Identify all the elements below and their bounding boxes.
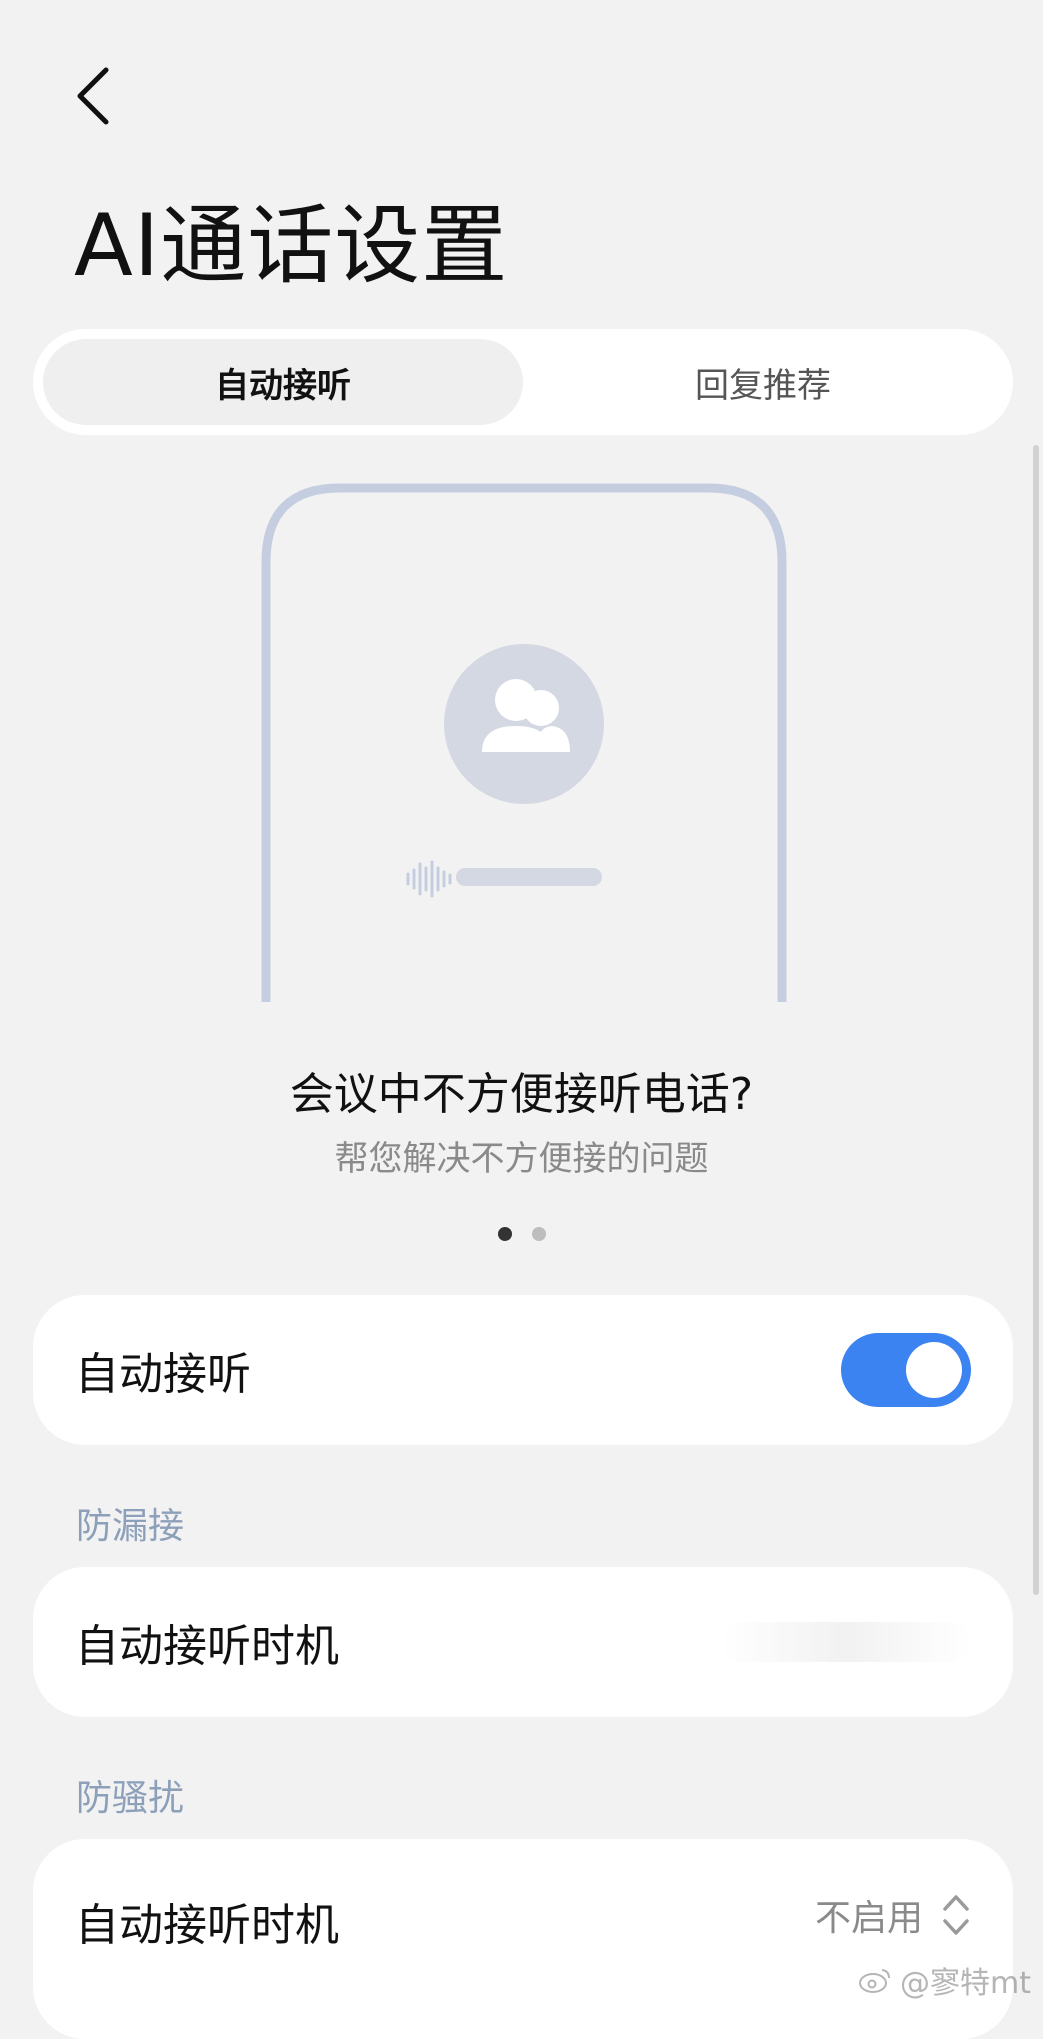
harassment-timing-select[interactable]: 不启用: [815, 1889, 971, 1941]
auto-answer-toggle[interactable]: [841, 1333, 971, 1407]
section-header-harassment: 防骚扰: [76, 1778, 185, 1819]
harassment-timing-row[interactable]: 自动接听时机 不启用: [33, 1839, 1013, 2039]
missed-timing-label: 自动接听时机: [75, 1621, 339, 1672]
missed-timing-value: [721, 1622, 971, 1662]
transcript-placeholder: [456, 868, 602, 886]
page-title: AI通话设置: [74, 196, 509, 296]
page-dot-1[interactable]: [497, 1227, 512, 1241]
weibo-icon: [859, 1969, 890, 1993]
auto-answer-label: 自动接听: [75, 1349, 251, 1400]
toggle-knob: [906, 1342, 962, 1398]
tab-auto-answer[interactable]: 自动接听: [43, 339, 523, 425]
missed-timing-row[interactable]: 自动接听时机: [33, 1567, 1013, 1717]
harassment-timing-label: 自动接听时机: [75, 1900, 339, 1951]
voice-wave-icon: [406, 860, 452, 898]
page-indicator: [0, 1227, 1043, 1241]
watermark: @寥特mt: [858, 1958, 1031, 2002]
tab-bar: 自动接听 回复推荐: [33, 329, 1013, 435]
scrollbar[interactable]: [1033, 445, 1039, 1595]
contacts-avatar-icon: [444, 644, 604, 804]
section-header-missed: 防漏接: [76, 1506, 185, 1547]
back-button[interactable]: [62, 56, 122, 136]
auto-answer-card[interactable]: 自动接听: [33, 1295, 1013, 1445]
chevron-left-icon: [77, 67, 109, 125]
promo-title: 会议中不方便接听电话?: [289, 1069, 754, 1120]
promo-subtitle: 帮您解决不方便接的问题: [334, 1139, 709, 1179]
harassment-timing-value: 不启用: [814, 1898, 923, 1939]
phone-illustration: [261, 483, 787, 1002]
page-dot-2[interactable]: [531, 1227, 546, 1241]
chevron-up-down-icon: [943, 1895, 969, 1935]
tab-reply-suggestions[interactable]: 回复推荐: [523, 339, 1003, 425]
watermark-text: @寥特mt: [900, 1966, 1031, 2001]
